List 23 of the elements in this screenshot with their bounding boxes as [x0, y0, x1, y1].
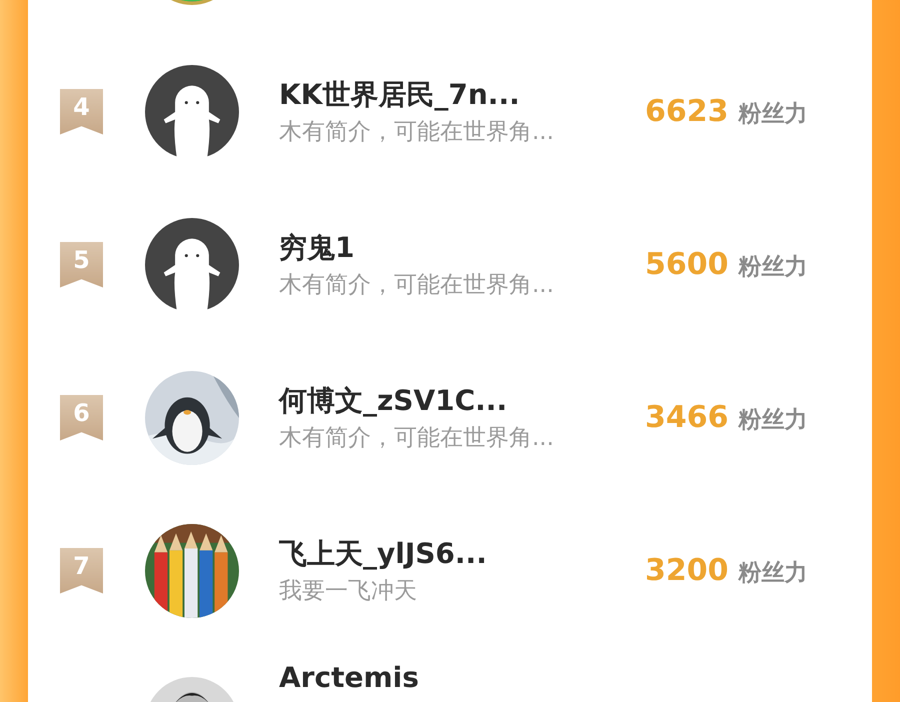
rank-badge: 4 [60, 88, 103, 134]
score-unit: 粉丝力 [738, 253, 808, 282]
user-name[interactable]: 穷鬼1 [279, 229, 645, 267]
user-name[interactable]: Arctemis [279, 661, 645, 694]
default-avatar-icon [145, 64, 239, 158]
rank-badge: 6 [60, 394, 103, 440]
score-unit: 粉丝力 [738, 100, 808, 129]
rank-badge: 5 [60, 242, 103, 288]
user-bio: 我要一飞冲天 [279, 577, 418, 606]
fan-score: 6623 [645, 94, 728, 129]
user-bio: 木有简介，可能在世界角... [279, 271, 555, 300]
user-bio: 木有简介，可能在世界角... [279, 118, 555, 147]
user-name[interactable]: 何博文_zSV1C... [279, 382, 645, 420]
user-bio: 木有简介，可能在世界角... [279, 424, 555, 453]
rank-badge: 7 [60, 548, 103, 594]
default-avatar-icon [145, 218, 239, 312]
user-name[interactable]: KK世界居民_7n... [279, 76, 645, 114]
fan-score: 5600 [645, 247, 728, 282]
user-name[interactable]: 飞上天_ylJS6... [279, 535, 645, 573]
score-unit: 粉丝力 [738, 559, 808, 588]
fan-score: 3466 [645, 400, 728, 435]
fan-score: 3200 [645, 553, 728, 588]
score-unit: 粉丝力 [738, 406, 808, 435]
